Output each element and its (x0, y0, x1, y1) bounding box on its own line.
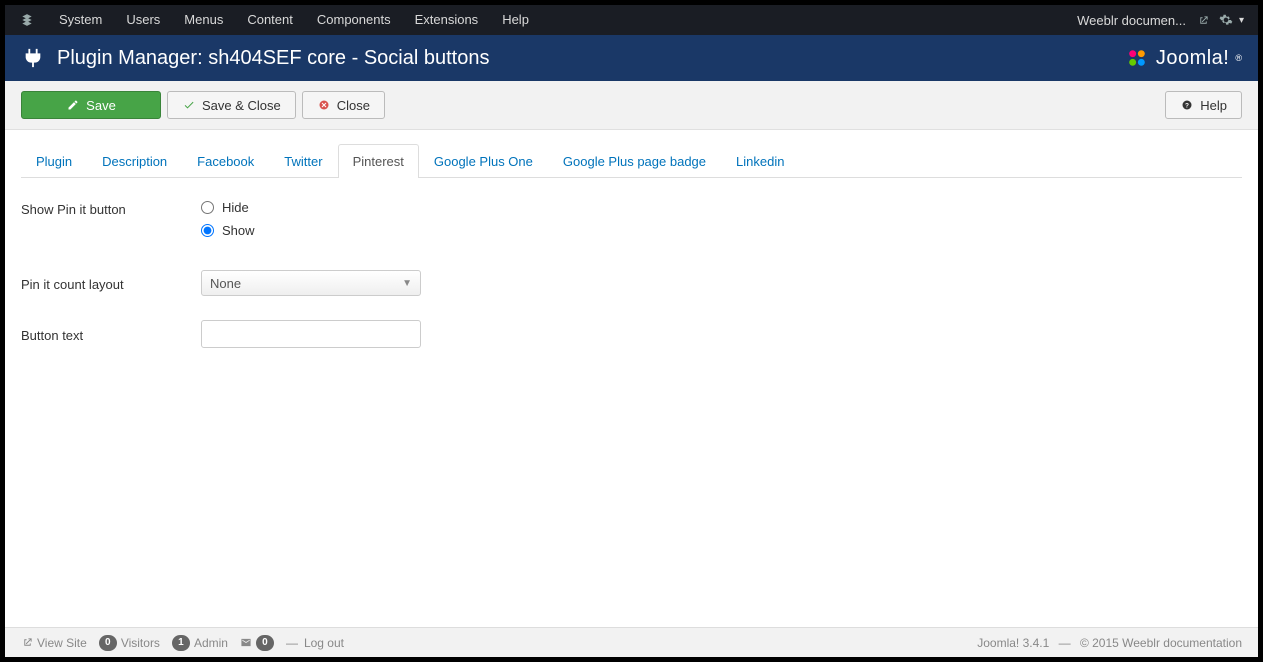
admin-badge: 1 (172, 635, 190, 651)
mail-icon (240, 637, 252, 649)
view-site-label: View Site (37, 636, 87, 650)
mail-count[interactable]: 0 (240, 635, 274, 651)
admin-top-menu: System Users Menus Content Components Ex… (5, 5, 1258, 35)
admin-statusbar: View Site 0 Visitors 1 Admin 0 — Log out… (5, 627, 1258, 657)
count-layout-label: Pin it count layout (21, 275, 201, 292)
radio-show-label: Show (222, 223, 255, 238)
save-close-label: Save & Close (202, 98, 281, 113)
visitors-count[interactable]: 0 Visitors (99, 635, 160, 651)
show-pin-label: Show Pin it button (21, 200, 201, 217)
radio-show-input[interactable] (201, 224, 214, 237)
tab-google-plus-badge[interactable]: Google Plus page badge (548, 144, 721, 178)
close-button[interactable]: Close (302, 91, 385, 119)
tab-facebook[interactable]: Facebook (182, 144, 269, 178)
help-icon: ? (1180, 98, 1194, 112)
help-label: Help (1200, 98, 1227, 113)
count-layout-value: None (210, 276, 241, 291)
radio-hide[interactable]: Hide (201, 200, 255, 215)
tab-description[interactable]: Description (87, 144, 182, 178)
copyright-text: © 2015 Weeblr documentation (1080, 636, 1242, 650)
page-title: Plugin Manager: sh404SEF core - Social b… (57, 47, 1124, 70)
brand-text: Joomla! (1156, 47, 1230, 70)
menu-extensions[interactable]: Extensions (403, 5, 491, 35)
tab-plugin[interactable]: Plugin (21, 144, 87, 178)
svg-text:?: ? (1185, 103, 1189, 110)
menu-content[interactable]: Content (235, 5, 305, 35)
site-name-label: Weeblr documen... (1077, 13, 1186, 28)
content-area: Plugin Description Facebook Twitter Pint… (5, 130, 1258, 657)
menu-components[interactable]: Components (305, 5, 403, 35)
caret-down-icon: ▾ (1239, 15, 1244, 26)
config-tabs: Plugin Description Facebook Twitter Pint… (21, 144, 1242, 178)
button-text-label: Button text (21, 326, 201, 343)
menu-help[interactable]: Help (490, 5, 541, 35)
tab-google-plus-one[interactable]: Google Plus One (419, 144, 548, 178)
close-label: Close (337, 98, 370, 113)
chevron-down-icon: ▼ (402, 278, 412, 289)
logout-label: Log out (304, 636, 344, 650)
tab-twitter[interactable]: Twitter (269, 144, 337, 178)
external-link-icon (1198, 15, 1209, 26)
radio-show[interactable]: Show (201, 223, 255, 238)
cancel-icon (317, 98, 331, 112)
tab-linkedin[interactable]: Linkedin (721, 144, 799, 178)
page-header: Plugin Manager: sh404SEF core - Social b… (5, 35, 1258, 81)
action-toolbar: Save Save & Close Close ? Help (5, 81, 1258, 130)
top-menu-items: System Users Menus Content Components Ex… (47, 5, 541, 35)
save-button[interactable]: Save (21, 91, 161, 119)
tab-pinterest[interactable]: Pinterest (338, 144, 419, 178)
admin-label: Admin (194, 636, 228, 650)
joomla-home-icon[interactable] (19, 12, 35, 28)
plugin-icon (21, 46, 45, 70)
pinterest-panel: Show Pin it button Hide Show Pin it coun… (21, 178, 1242, 348)
view-site-link[interactable]: View Site (21, 636, 87, 650)
mail-badge: 0 (256, 635, 274, 651)
radio-hide-label: Hide (222, 200, 249, 215)
admin-count[interactable]: 1 Admin (172, 635, 228, 651)
settings-dropdown[interactable]: ▾ (1219, 13, 1244, 27)
logout-link[interactable]: Log out (304, 636, 344, 650)
count-layout-select[interactable]: None ▼ (201, 270, 421, 296)
external-link-icon (21, 637, 33, 649)
menu-system[interactable]: System (47, 5, 114, 35)
site-name-link[interactable]: Weeblr documen... (1077, 13, 1209, 28)
button-text-input[interactable] (201, 320, 421, 348)
save-close-button[interactable]: Save & Close (167, 91, 296, 119)
visitors-badge: 0 (99, 635, 117, 651)
save-button-label: Save (86, 98, 116, 113)
menu-users[interactable]: Users (114, 5, 172, 35)
apply-icon (66, 98, 80, 112)
joomla-version: Joomla! 3.4.1 (977, 636, 1049, 650)
menu-menus[interactable]: Menus (172, 5, 235, 35)
joomla-logo: Joomla!® (1124, 45, 1242, 71)
help-button[interactable]: ? Help (1165, 91, 1242, 119)
visitors-label: Visitors (121, 636, 160, 650)
radio-hide-input[interactable] (201, 201, 214, 214)
check-icon (182, 98, 196, 112)
